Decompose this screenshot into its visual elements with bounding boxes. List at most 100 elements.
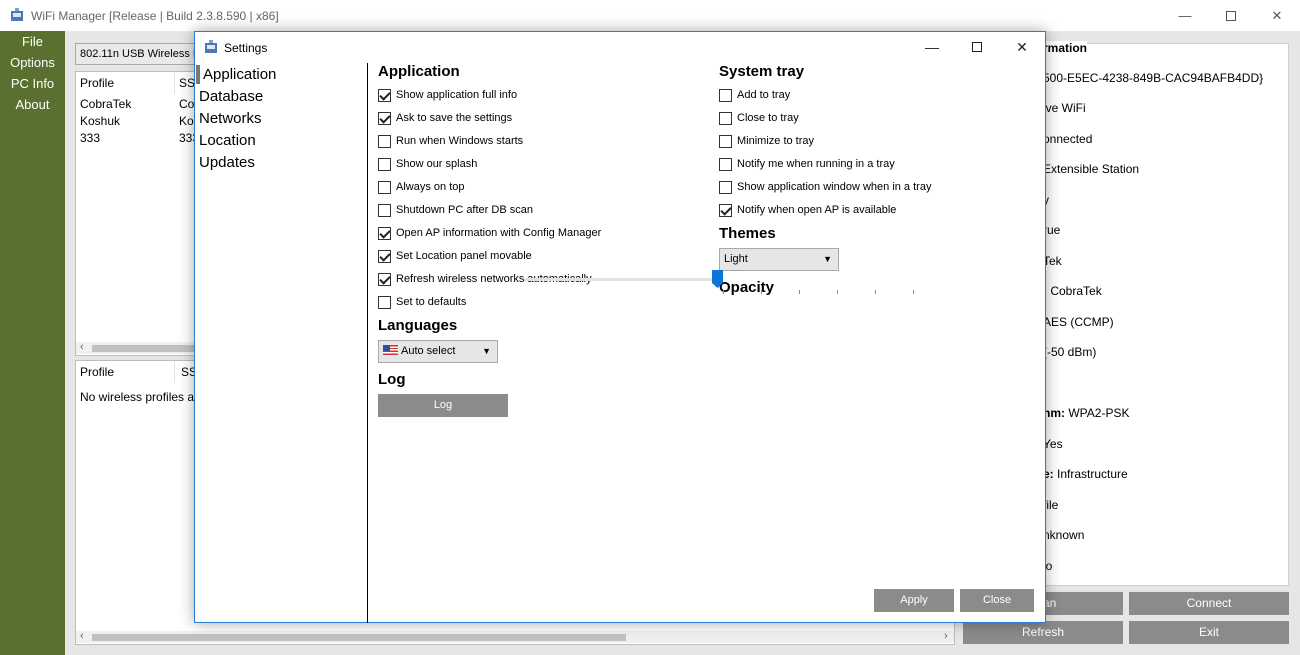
nav-options[interactable]: Options xyxy=(0,53,65,74)
slider-tick xyxy=(913,290,914,294)
settings-maximize-button[interactable] xyxy=(954,32,1000,62)
scroll-left-icon[interactable]: ‹ xyxy=(80,630,84,642)
column-header-profile[interactable]: Profile xyxy=(80,361,114,383)
option-close-to-tray[interactable]: Close to tray xyxy=(719,110,799,126)
option-shutdown-after-scan[interactable]: Shutdown PC after DB scan xyxy=(378,202,533,218)
checkbox[interactable] xyxy=(378,88,391,102)
info-station-type: Extensible Station xyxy=(1043,162,1140,176)
info-panel-title: rmation xyxy=(1043,41,1088,55)
profiles-list[interactable]: Profile SSID CobraTek CobraTek Koshuk Ko… xyxy=(75,71,205,356)
connect-button[interactable]: Connect xyxy=(1129,592,1289,615)
opacity-slider-track[interactable] xyxy=(524,278,722,281)
column-header-profile[interactable]: Profile xyxy=(80,72,114,94)
option-always-on-top[interactable]: Always on top xyxy=(378,179,464,195)
checkbox[interactable] xyxy=(719,180,732,194)
checkbox[interactable] xyxy=(378,226,391,240)
adapter-select[interactable]: 802.11n USB Wireless LAN Card xyxy=(75,43,205,65)
chevron-down-icon: ▼ xyxy=(823,254,832,264)
checkbox[interactable] xyxy=(719,111,732,125)
profile-cell[interactable]: Koshuk xyxy=(80,114,120,128)
close-icon: ✕ xyxy=(1016,38,1028,55)
option-show-full-info[interactable]: Show application full info xyxy=(378,87,517,103)
close-button[interactable]: Close xyxy=(960,589,1034,612)
info-profile: : CobraTek xyxy=(1043,284,1102,298)
settings-nav-location[interactable]: Location xyxy=(199,132,256,149)
option-notify-running-in-tray[interactable]: Notify me when running in a tray xyxy=(719,156,895,172)
scrollbar-thumb[interactable] xyxy=(92,345,202,352)
theme-select[interactable]: Light ▼ xyxy=(719,248,839,271)
settings-nav-networks[interactable]: Networks xyxy=(199,110,262,127)
checkbox[interactable] xyxy=(719,88,732,102)
settings-nav-application[interactable]: Application xyxy=(203,66,276,83)
checkbox[interactable] xyxy=(378,249,391,263)
log-button[interactable]: Log xyxy=(378,394,508,417)
minimize-icon: — xyxy=(1178,8,1192,23)
application-section-title: Application xyxy=(378,63,460,80)
checkbox[interactable] xyxy=(378,295,391,309)
exit-button[interactable]: Exit xyxy=(1129,621,1289,644)
checkbox[interactable] xyxy=(378,111,391,125)
profile-cell[interactable]: CobraTek xyxy=(80,97,131,111)
maximize-icon xyxy=(972,42,982,52)
close-icon: ✕ xyxy=(1271,7,1283,23)
option-run-at-startup[interactable]: Run when Windows starts xyxy=(378,133,523,149)
checkbox[interactable] xyxy=(378,203,391,217)
option-show-window-in-tray[interactable]: Show application window when in a tray xyxy=(719,179,931,195)
checkbox[interactable] xyxy=(719,157,732,171)
maximize-icon xyxy=(1226,10,1236,21)
settings-dialog: Settings — ✕ Application Database Networ… xyxy=(194,31,1046,623)
settings-app-icon xyxy=(205,40,217,53)
checkbox[interactable] xyxy=(719,134,732,148)
nav-file[interactable]: File xyxy=(0,32,65,53)
nav-pc-info[interactable]: PC Info xyxy=(0,74,65,95)
main-window-title: WiFi Manager [Release | Build 2.3.8.590 … xyxy=(31,9,279,23)
settings-minimize-button[interactable]: — xyxy=(909,32,955,62)
settings-nav-database[interactable]: Database xyxy=(199,88,263,105)
option-notify-open-ap[interactable]: Notify when open AP is available xyxy=(719,202,896,218)
info-guid: 500-E5EC-4238-849B-CAC94BAFB4DD} xyxy=(1043,71,1264,85)
refresh-button[interactable]: Refresh xyxy=(963,621,1123,644)
maximize-button[interactable] xyxy=(1208,0,1254,31)
scroll-right-icon[interactable]: › xyxy=(944,630,948,642)
settings-close-button[interactable]: ✕ xyxy=(999,32,1045,62)
main-titlebar: WiFi Manager [Release | Build 2.3.8.590 … xyxy=(0,0,1300,31)
slider-tick xyxy=(837,290,838,294)
close-window-button[interactable]: ✕ xyxy=(1254,0,1300,31)
profile-cell[interactable]: 333 xyxy=(80,131,100,145)
info-cipher: AES (CCMP) xyxy=(1043,315,1114,329)
info-state: onnected xyxy=(1043,132,1093,146)
horizontal-scrollbar[interactable]: ‹ › xyxy=(76,630,954,643)
main-left-nav: File Options PC Info About xyxy=(0,31,65,655)
slider-tick xyxy=(761,290,762,294)
slider-tick xyxy=(875,290,876,294)
scrollbar-thumb[interactable] xyxy=(92,634,626,641)
checkbox[interactable] xyxy=(378,180,391,194)
slider-tick xyxy=(723,290,724,294)
checkbox[interactable] xyxy=(378,272,391,286)
wifi-manager-app-icon xyxy=(11,8,23,21)
option-location-panel-movable[interactable]: Set Location panel movable xyxy=(378,248,532,264)
option-open-ap-config-manager[interactable]: Open AP information with Config Manager xyxy=(378,225,601,241)
checkbox[interactable] xyxy=(378,157,391,171)
info-interface: ive WiFi xyxy=(1043,101,1086,115)
us-flag-icon xyxy=(383,345,398,355)
minimize-button[interactable]: — xyxy=(1162,0,1208,31)
scroll-left-icon[interactable]: ‹ xyxy=(80,341,84,353)
option-set-defaults[interactable]: Set to defaults xyxy=(378,294,466,310)
languages-section-title: Languages xyxy=(378,317,458,334)
option-ask-save-settings[interactable]: Ask to save the settings xyxy=(378,110,512,126)
minimize-icon: — xyxy=(925,39,939,55)
checkbox[interactable] xyxy=(378,134,391,148)
nav-about[interactable]: About xyxy=(0,95,65,116)
checkbox[interactable] xyxy=(719,203,732,217)
option-add-to-tray[interactable]: Add to tray xyxy=(719,87,790,103)
horizontal-scrollbar[interactable]: ‹ xyxy=(76,341,204,354)
settings-nav-updates[interactable]: Updates xyxy=(199,154,255,171)
apply-button[interactable]: Apply xyxy=(874,589,954,612)
opacity-section-title: Opacity xyxy=(719,279,775,296)
option-minimize-to-tray[interactable]: Minimize to tray xyxy=(719,133,814,149)
empty-list-message: No wireless profiles are xyxy=(80,390,205,404)
info-auth-algorithm: hm: WPA2-PSK xyxy=(1043,406,1130,420)
language-select[interactable]: Auto select ▼ xyxy=(378,340,498,363)
option-show-splash[interactable]: Show our splash xyxy=(378,156,477,172)
